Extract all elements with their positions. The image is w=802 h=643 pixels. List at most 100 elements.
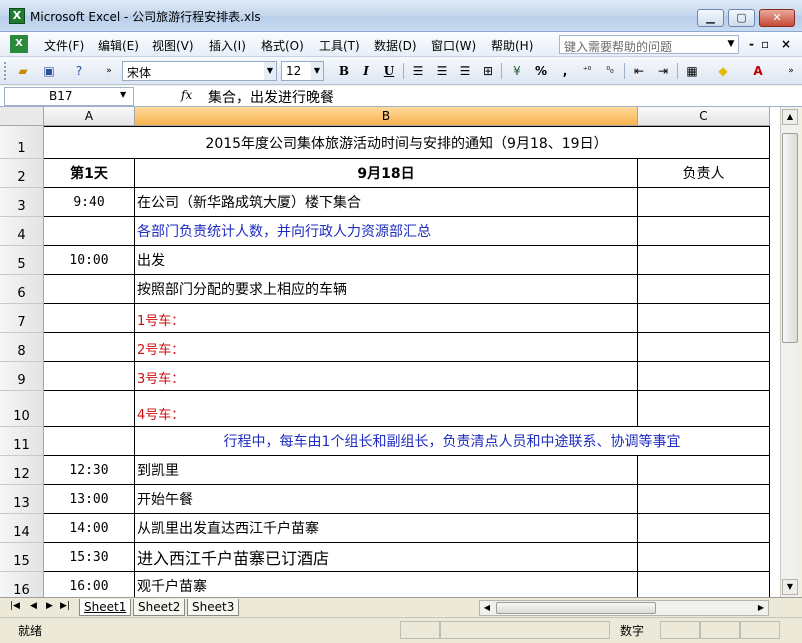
row-header-14[interactable]: 14 (0, 514, 44, 543)
scroll-right-icon[interactable]: ▶ (754, 601, 768, 615)
cell-a7[interactable] (44, 304, 135, 333)
chevron-down-icon[interactable]: ▼ (311, 62, 323, 80)
sheet-tab-2[interactable]: Sheet2 (133, 599, 186, 616)
decrease-indent-icon[interactable]: ⇤ (630, 62, 648, 80)
next-sheet-icon[interactable]: ▶ (46, 601, 53, 611)
merge-center-icon[interactable]: ⊞ (479, 62, 497, 80)
menu-tools[interactable]: 工具(T) (319, 37, 360, 54)
currency-icon[interactable]: ¥ (508, 62, 526, 80)
row-header-8[interactable]: 8 (0, 333, 44, 362)
cell-c4[interactable] (638, 217, 770, 246)
cell-c2[interactable]: 负责人 (638, 159, 770, 188)
workbook-icon[interactable]: X (10, 35, 28, 53)
cell-a11[interactable] (44, 427, 135, 456)
increase-decimal-icon[interactable]: ⁺⁰ (578, 62, 596, 80)
row-header-10[interactable]: 10 (0, 391, 44, 427)
row-header-15[interactable]: 15 (0, 543, 44, 572)
cell-c8[interactable] (638, 333, 770, 362)
name-box[interactable]: B17 (4, 87, 134, 106)
save-icon[interactable]: ▣ (40, 62, 58, 80)
cell-a8[interactable] (44, 333, 135, 362)
decrease-decimal-icon[interactable]: ⁰₀ (601, 62, 619, 80)
workbook-close-button[interactable]: × (781, 37, 791, 51)
cell-b14[interactable]: 从凯里出发直达西江千户苗寨 (135, 514, 638, 543)
toolbar-options-icon[interactable]: » (100, 62, 118, 80)
menu-window[interactable]: 窗口(W) (431, 37, 476, 54)
select-all-button[interactable] (0, 107, 44, 126)
help-icon[interactable]: ? (70, 62, 88, 80)
comma-style-button[interactable]: , (556, 62, 574, 80)
sheet-tab-1[interactable]: Sheet1 (79, 599, 132, 616)
cell-a2[interactable]: 第1天 (44, 159, 135, 188)
first-sheet-icon[interactable]: |◀ (10, 601, 20, 611)
row-header-12[interactable]: 12 (0, 456, 44, 485)
cell-c5[interactable] (638, 246, 770, 275)
fill-color-icon[interactable]: ◆ (714, 62, 732, 80)
note-cell[interactable]: 行程中，每车由1个组长和副组长，负责清点人员和中途联系、协调等事宜 (135, 427, 770, 456)
menu-format[interactable]: 格式(O) (261, 37, 304, 54)
last-sheet-icon[interactable]: ▶| (60, 601, 70, 611)
cell-b15[interactable]: 进入西江千户苗寨已订酒店 (135, 543, 638, 572)
row-header-4[interactable]: 4 (0, 217, 44, 246)
row-header-6[interactable]: 6 (0, 275, 44, 304)
cell-b12[interactable]: 到凯里 (135, 456, 638, 485)
cell-c3[interactable] (638, 188, 770, 217)
cell-a10[interactable] (44, 391, 135, 427)
cell-a9[interactable] (44, 362, 135, 391)
column-header-b[interactable]: B (135, 107, 638, 126)
cell-b9[interactable]: 3号车： (135, 362, 638, 391)
cell-a3[interactable]: 9:40 (44, 188, 135, 217)
chevron-down-icon[interactable]: ▼ (120, 90, 126, 99)
menu-data[interactable]: 数据(D) (374, 37, 417, 54)
menu-file[interactable]: 文件(F) (44, 37, 84, 54)
formula-input[interactable]: 集合，出发进行晚餐 (208, 87, 334, 107)
cell-a12[interactable]: 12:30 (44, 456, 135, 485)
cell-c15[interactable] (638, 543, 770, 572)
row-header-2[interactable]: 2 (0, 159, 44, 188)
cell-b8[interactable]: 2号车： (135, 333, 638, 362)
cell-a6[interactable] (44, 275, 135, 304)
vertical-scrollbar[interactable]: ▲ ▼ (780, 107, 798, 597)
cell-b4[interactable]: 各部门负责统计人数，并向行政人力资源部汇总 (135, 217, 638, 246)
row-header-1[interactable]: 1 (0, 126, 44, 159)
scroll-up-icon[interactable]: ▲ (782, 109, 798, 125)
prev-sheet-icon[interactable]: ◀ (30, 601, 37, 611)
cell-c7[interactable] (638, 304, 770, 333)
row-header-3[interactable]: 3 (0, 188, 44, 217)
cell-c12[interactable] (638, 456, 770, 485)
cell-b2[interactable]: 9月18日 (135, 159, 638, 188)
workbook-restore-button[interactable]: ▫ (761, 37, 769, 51)
cell-c16[interactable] (638, 572, 770, 597)
vertical-scroll-thumb[interactable] (782, 133, 798, 343)
row-header-16[interactable]: 16 (0, 572, 44, 597)
cell-c13[interactable] (638, 485, 770, 514)
font-color-icon[interactable]: A (749, 62, 767, 80)
cell-a15[interactable]: 15:30 (44, 543, 135, 572)
cell-c9[interactable] (638, 362, 770, 391)
cell-b7[interactable]: 1号车： (135, 304, 638, 333)
align-right-icon[interactable]: ☰ (456, 62, 474, 80)
horizontal-scrollbar[interactable]: ◀ ▶ (479, 600, 769, 616)
cell-a5[interactable]: 10:00 (44, 246, 135, 275)
column-header-a[interactable]: A (44, 107, 135, 126)
scroll-down-icon[interactable]: ▼ (782, 579, 798, 595)
cell-b5[interactable]: 出发 (135, 246, 638, 275)
menu-help[interactable]: 帮助(H) (491, 37, 533, 54)
menu-view[interactable]: 视图(V) (152, 37, 194, 54)
menu-edit[interactable]: 编辑(E) (98, 37, 139, 54)
toolbar-options-icon[interactable]: » (782, 62, 800, 80)
close-button[interactable]: ✕ (759, 9, 795, 27)
cell-b10[interactable]: 4号车： (135, 391, 638, 427)
cell-c6[interactable] (638, 275, 770, 304)
workbook-minimize-button[interactable]: - (749, 37, 754, 51)
align-left-icon[interactable]: ☰ (409, 62, 427, 80)
help-search-input[interactable]: 键入需要帮助的问题 (559, 35, 739, 54)
chevron-down-icon[interactable]: ▼ (724, 36, 738, 53)
cell-b16[interactable]: 观千户苗寨 (135, 572, 638, 597)
cell-c10[interactable] (638, 391, 770, 427)
scroll-left-icon[interactable]: ◀ (480, 601, 494, 615)
minimize-button[interactable]: ▁ (697, 9, 724, 27)
title-cell[interactable]: 2015年度公司集体旅游活动时间与安排的通知（9月18、19日） (44, 126, 770, 159)
bold-button[interactable]: B (335, 62, 353, 80)
font-name-select[interactable]: 宋体 ▼ (122, 61, 277, 81)
